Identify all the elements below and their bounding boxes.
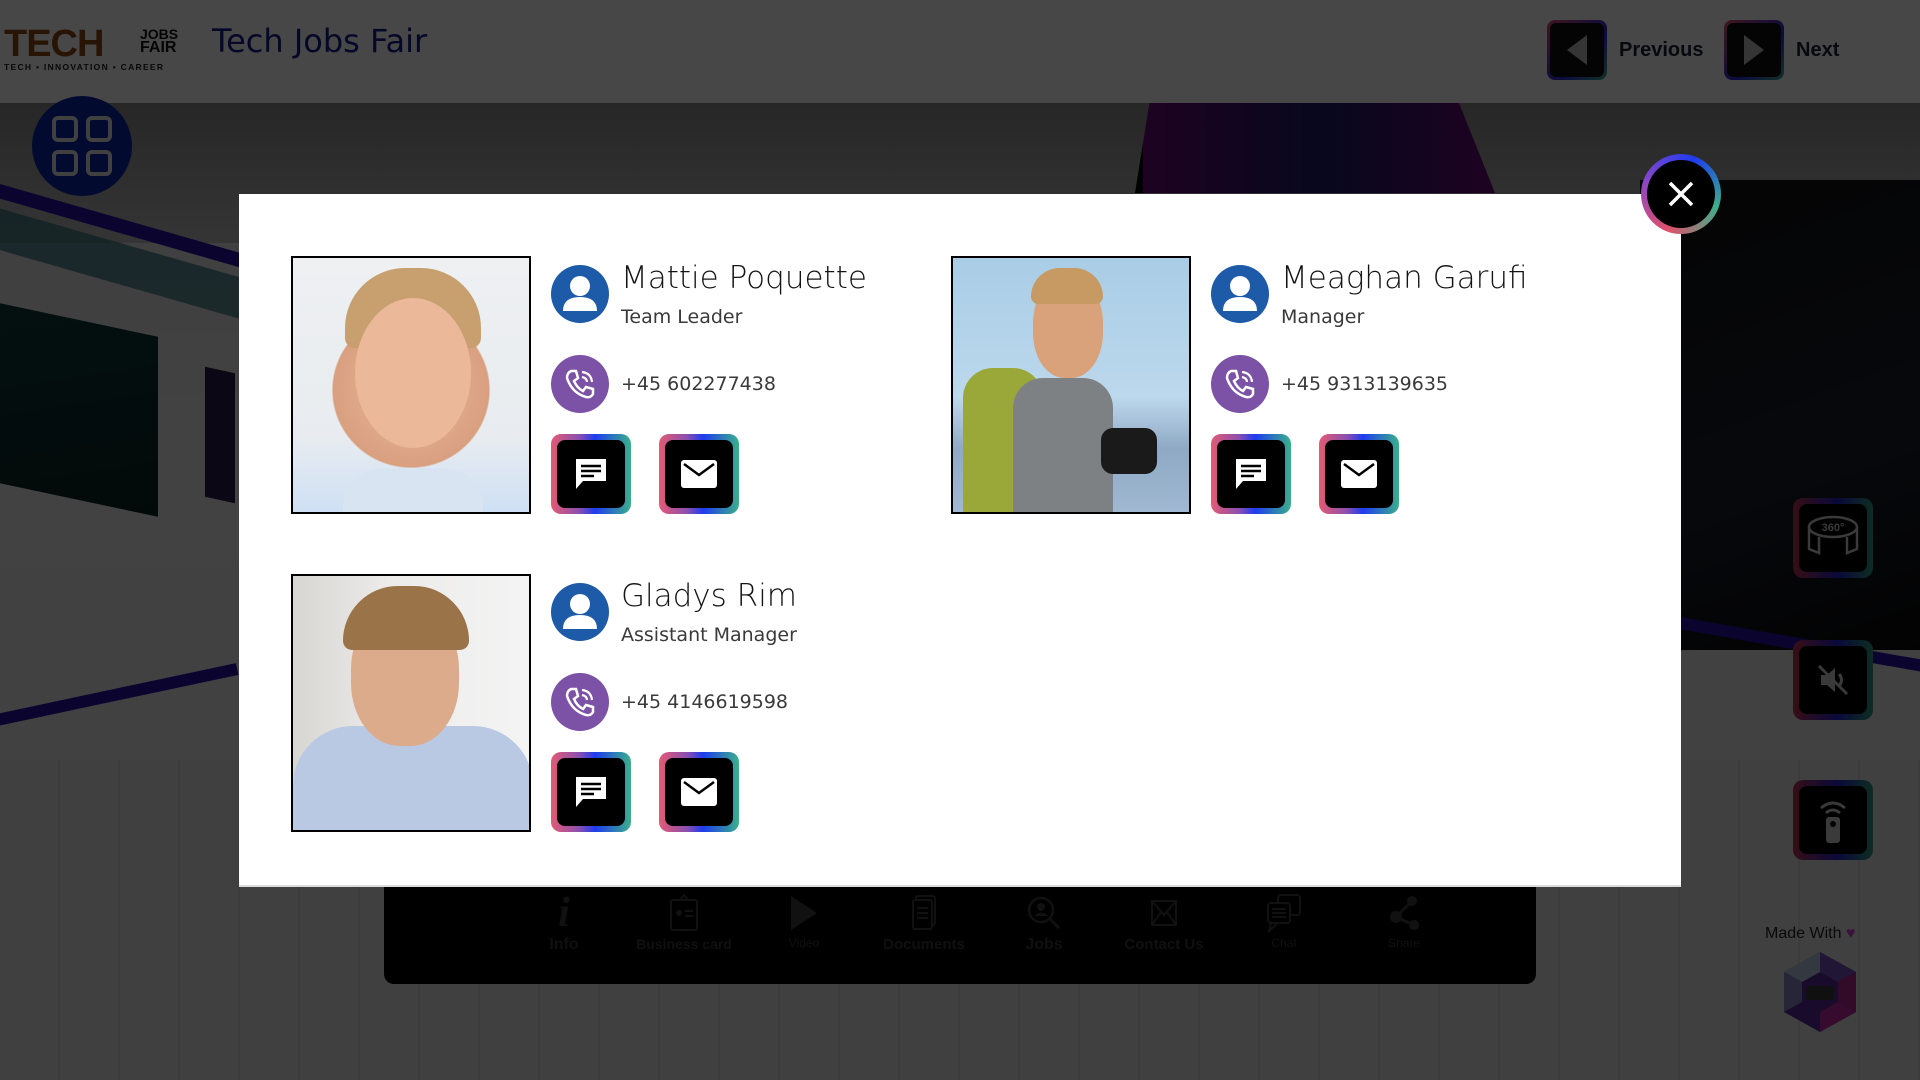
person-icon xyxy=(551,583,609,641)
contact-phone[interactable]: +45 9313139635 xyxy=(1281,373,1448,395)
contact-name: Meaghan Garufi xyxy=(1281,260,1528,296)
contact-photo xyxy=(951,256,1191,514)
close-modal-button[interactable] xyxy=(1641,154,1721,234)
contact-card: Gladys Rim Assistant Manager +45 4146619… xyxy=(291,574,931,834)
contact-card: Mattie Poquette Team Leader +45 60227743… xyxy=(291,256,931,516)
chat-with-contact-button[interactable] xyxy=(1211,434,1291,514)
person-icon xyxy=(1211,265,1269,323)
email-contact-button[interactable] xyxy=(1319,434,1399,514)
mail-icon xyxy=(1341,460,1377,488)
phone-call-icon[interactable] xyxy=(551,673,609,731)
contact-role: Team Leader xyxy=(621,306,743,328)
chat-icon xyxy=(576,777,606,807)
chat-icon xyxy=(576,459,606,489)
close-icon xyxy=(1668,181,1694,207)
person-icon xyxy=(551,265,609,323)
mail-icon xyxy=(681,460,717,488)
contact-name: Gladys Rim xyxy=(621,578,798,614)
phone-call-icon[interactable] xyxy=(1211,355,1269,413)
contact-card: Meaghan Garufi Manager +45 9313139635 xyxy=(951,256,1591,516)
email-contact-button[interactable] xyxy=(659,434,739,514)
chat-with-contact-button[interactable] xyxy=(551,434,631,514)
phone-call-icon[interactable] xyxy=(551,355,609,413)
contact-photo xyxy=(291,574,531,832)
contact-name: Mattie Poquette xyxy=(621,260,867,296)
contact-role: Manager xyxy=(1281,306,1365,328)
email-contact-button[interactable] xyxy=(659,752,739,832)
mail-icon xyxy=(681,778,717,806)
contact-phone[interactable]: +45 4146619598 xyxy=(621,691,788,713)
chat-icon xyxy=(1236,459,1266,489)
chat-with-contact-button[interactable] xyxy=(551,752,631,832)
contact-role: Assistant Manager xyxy=(621,624,797,646)
contact-photo xyxy=(291,256,531,514)
contact-phone[interactable]: +45 602277438 xyxy=(621,373,776,395)
